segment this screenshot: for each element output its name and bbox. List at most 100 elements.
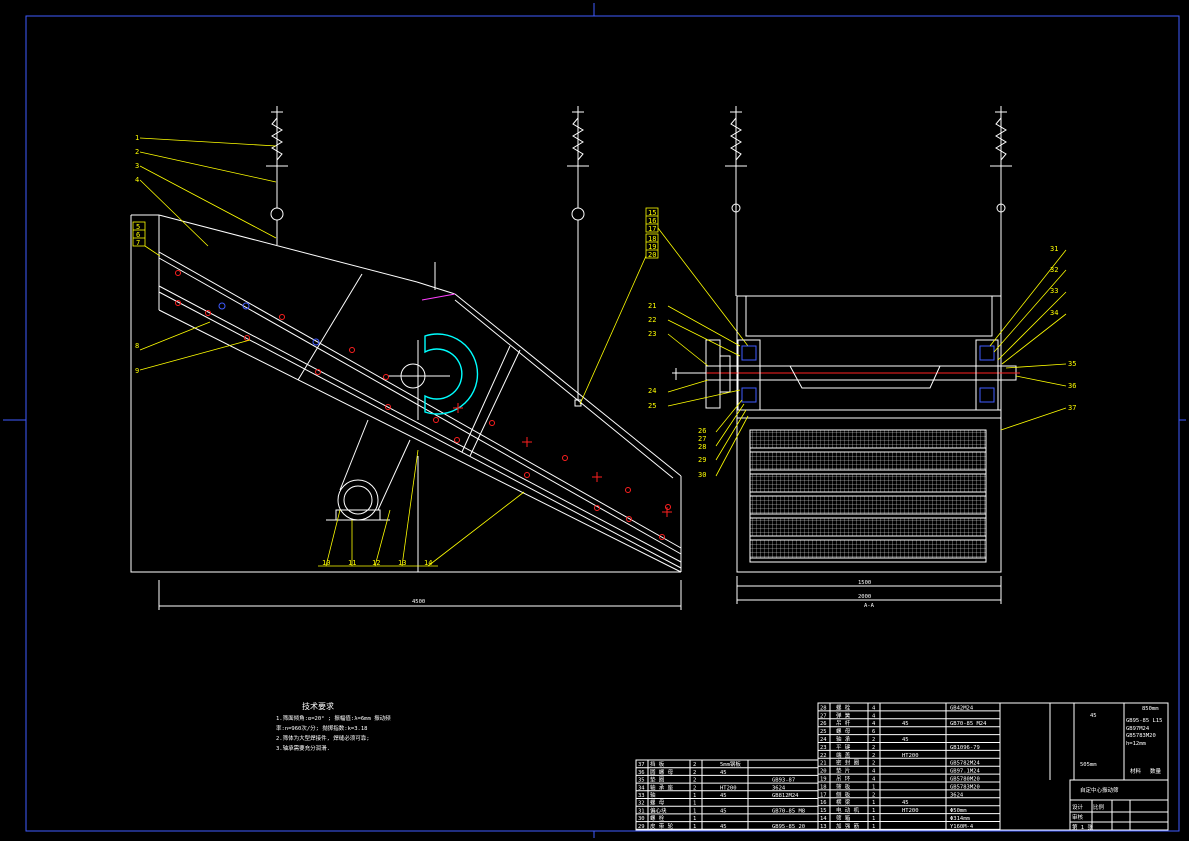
section-label: A-A [864, 603, 875, 609]
callout-12: 12 [372, 559, 380, 567]
bom-item-name: 偏心块 [650, 806, 667, 814]
tech-note-line-1: 1.筛面倾角:α=20° ; 振幅值:λ=6mm 振动频 [276, 714, 391, 722]
tech-notes-title: 技术要求 [302, 701, 334, 711]
bom-item-standard: GB93-87 [772, 778, 795, 784]
outer-width-dimension: 2000 [858, 594, 871, 600]
bom-item-name: 密 封 圈 [836, 759, 860, 767]
callout-6: 6 [136, 231, 140, 239]
spec-45: 45 [1090, 713, 1097, 719]
bom-item-standard: 3624 [950, 792, 964, 798]
bom-row: 30 螺 栓 1 [638, 814, 696, 822]
bom-item-name: 电 动 机 [836, 806, 860, 814]
callout-1: 1 [135, 134, 139, 142]
bom-item-number: 35 [638, 778, 645, 784]
callout-15: 15 [648, 209, 656, 217]
callout-27: 27 [698, 435, 706, 443]
bom-item-number: 25 [820, 729, 827, 735]
bom-row: 25 螺 母 6 [820, 727, 875, 735]
bom-item-name: 螺 栓 [836, 703, 851, 711]
bom-item-material: HT200 [720, 785, 737, 791]
designer-label: 设计 [1072, 803, 1084, 811]
bom-item-material: HT200 [902, 808, 919, 814]
bom-item-material: 45 [902, 721, 909, 727]
callout-37: 37 [1068, 404, 1076, 412]
bom-item-name: 端 盖 [836, 751, 851, 759]
bom-item-standard: 3624 [772, 785, 786, 791]
drawing-frame [3, 3, 1186, 838]
bom-item-name: 皮 带 轮 [650, 822, 674, 830]
tech-note-line-4: 3.轴承需要充分润滑. [276, 744, 330, 752]
bom-row: 13 加 强 筋 1 Y160M-4 [820, 822, 974, 830]
bom-item-standard: GB70-85 M8 [772, 808, 805, 814]
bom-item-number: 27 [820, 713, 827, 719]
bom-item-quantity: 2 [693, 785, 696, 791]
bom-item-name: 加 强 筋 [836, 822, 860, 830]
bom-row: 35 垫 圈 2 GB93-87 [638, 776, 795, 784]
bom-item-quantity: 1 [693, 808, 696, 814]
bom-row: 33 轴 1 45 GB812M24 [638, 791, 799, 799]
bom-item-quantity: 2 [872, 753, 875, 759]
bom-item-name: 螺 栓 [650, 814, 665, 822]
bom-item-number: 20 [820, 769, 827, 775]
bom-item-number: 32 [638, 801, 645, 807]
callout-19: 19 [648, 243, 656, 251]
bom-item-number: 29 [638, 824, 645, 830]
bom-item-number: 16 [820, 800, 827, 806]
callout-32: 32 [1050, 266, 1058, 274]
callout-34: 34 [1050, 309, 1058, 317]
bom-item-name: 螺 母 [650, 799, 665, 807]
bom-item-number: 23 [820, 745, 827, 751]
bom-row: 34 轴 承 座 2 HT200 3624 [638, 783, 786, 791]
spec-505mm: 505mm [1080, 762, 1097, 768]
cad-drawing-canvas: 4500 1 2 3 4 5 6 7 8 9 10 11 12 13 14 15… [3, 3, 1186, 838]
bom-item-name: 平 键 [836, 743, 851, 751]
end-view: 1500 2000 A-A [672, 106, 1020, 609]
bom-item-number: 28 [820, 705, 827, 711]
bom-item-quantity: 1 [872, 784, 875, 790]
callout-16: 16 [648, 217, 656, 225]
bom-row: 19 吊 环 4 GB5780M20 [820, 776, 980, 783]
callout-3: 3 [135, 162, 139, 170]
bom-item-number: 34 [638, 785, 645, 791]
bom-item-standard: GB812M24 [772, 793, 799, 799]
callout-7: 7 [136, 239, 140, 247]
callout-24: 24 [648, 387, 656, 395]
callout-21: 21 [648, 302, 656, 310]
callout-26: 26 [698, 427, 706, 435]
callout-17: 17 [648, 225, 656, 233]
bom-item-number: 37 [638, 762, 645, 768]
bom-item-name: 横 梁 [836, 798, 851, 806]
overall-length-dimension: 4500 [412, 599, 425, 605]
callout-11: 11 [348, 559, 356, 567]
bom-item-material: 45 [720, 808, 727, 814]
callout-25: 25 [648, 402, 656, 410]
bom-item-number: 33 [638, 793, 645, 799]
bom-row: 29 皮 带 轮 1 45 GB95-85 20 [638, 822, 805, 830]
bom-item-material: 45 [720, 824, 727, 830]
bom-item-standard: GB5780M20 [950, 777, 980, 783]
bom-item-quantity: 2 [693, 770, 696, 776]
bom-item-number: 17 [820, 792, 827, 798]
bom-item-number: 21 [820, 761, 827, 767]
bom-item-quantity: 1 [693, 793, 696, 799]
spec-gb97: GB97M24 [1126, 726, 1150, 732]
callout-10: 10 [322, 559, 330, 567]
bom-item-standard: GB70-85 M24 [950, 721, 987, 727]
bom-item-material: 45 [902, 800, 909, 806]
callout-35: 35 [1068, 360, 1076, 368]
bom-item-standard: GB95-85 20 [772, 824, 805, 830]
bom-row: 23 平 键 2 GB1096-79 [820, 743, 980, 751]
bom-item-standard: Φ50mm [950, 808, 967, 814]
callout-13: 13 [398, 559, 406, 567]
bom-row: 16 横 梁 1 45 [820, 798, 909, 806]
bom-item-quantity: 2 [693, 762, 696, 768]
bom-item-quantity: 2 [872, 792, 875, 798]
bom-row: 20 垫 片 4 GB97.1M24 [820, 767, 980, 775]
technical-requirements: 技术要求 1.筛面倾角:α=20° ; 振幅值:λ=6mm 振动频 率:n=96… [276, 701, 391, 752]
bom-item-name: 弹 簧 [836, 711, 851, 719]
bom-item-material: 45 [720, 770, 727, 776]
callout-31: 31 [1050, 245, 1058, 253]
bom-item-number: 24 [820, 737, 827, 743]
bom-item-name: 吊 环 [836, 776, 851, 783]
callout-9: 9 [135, 367, 139, 375]
